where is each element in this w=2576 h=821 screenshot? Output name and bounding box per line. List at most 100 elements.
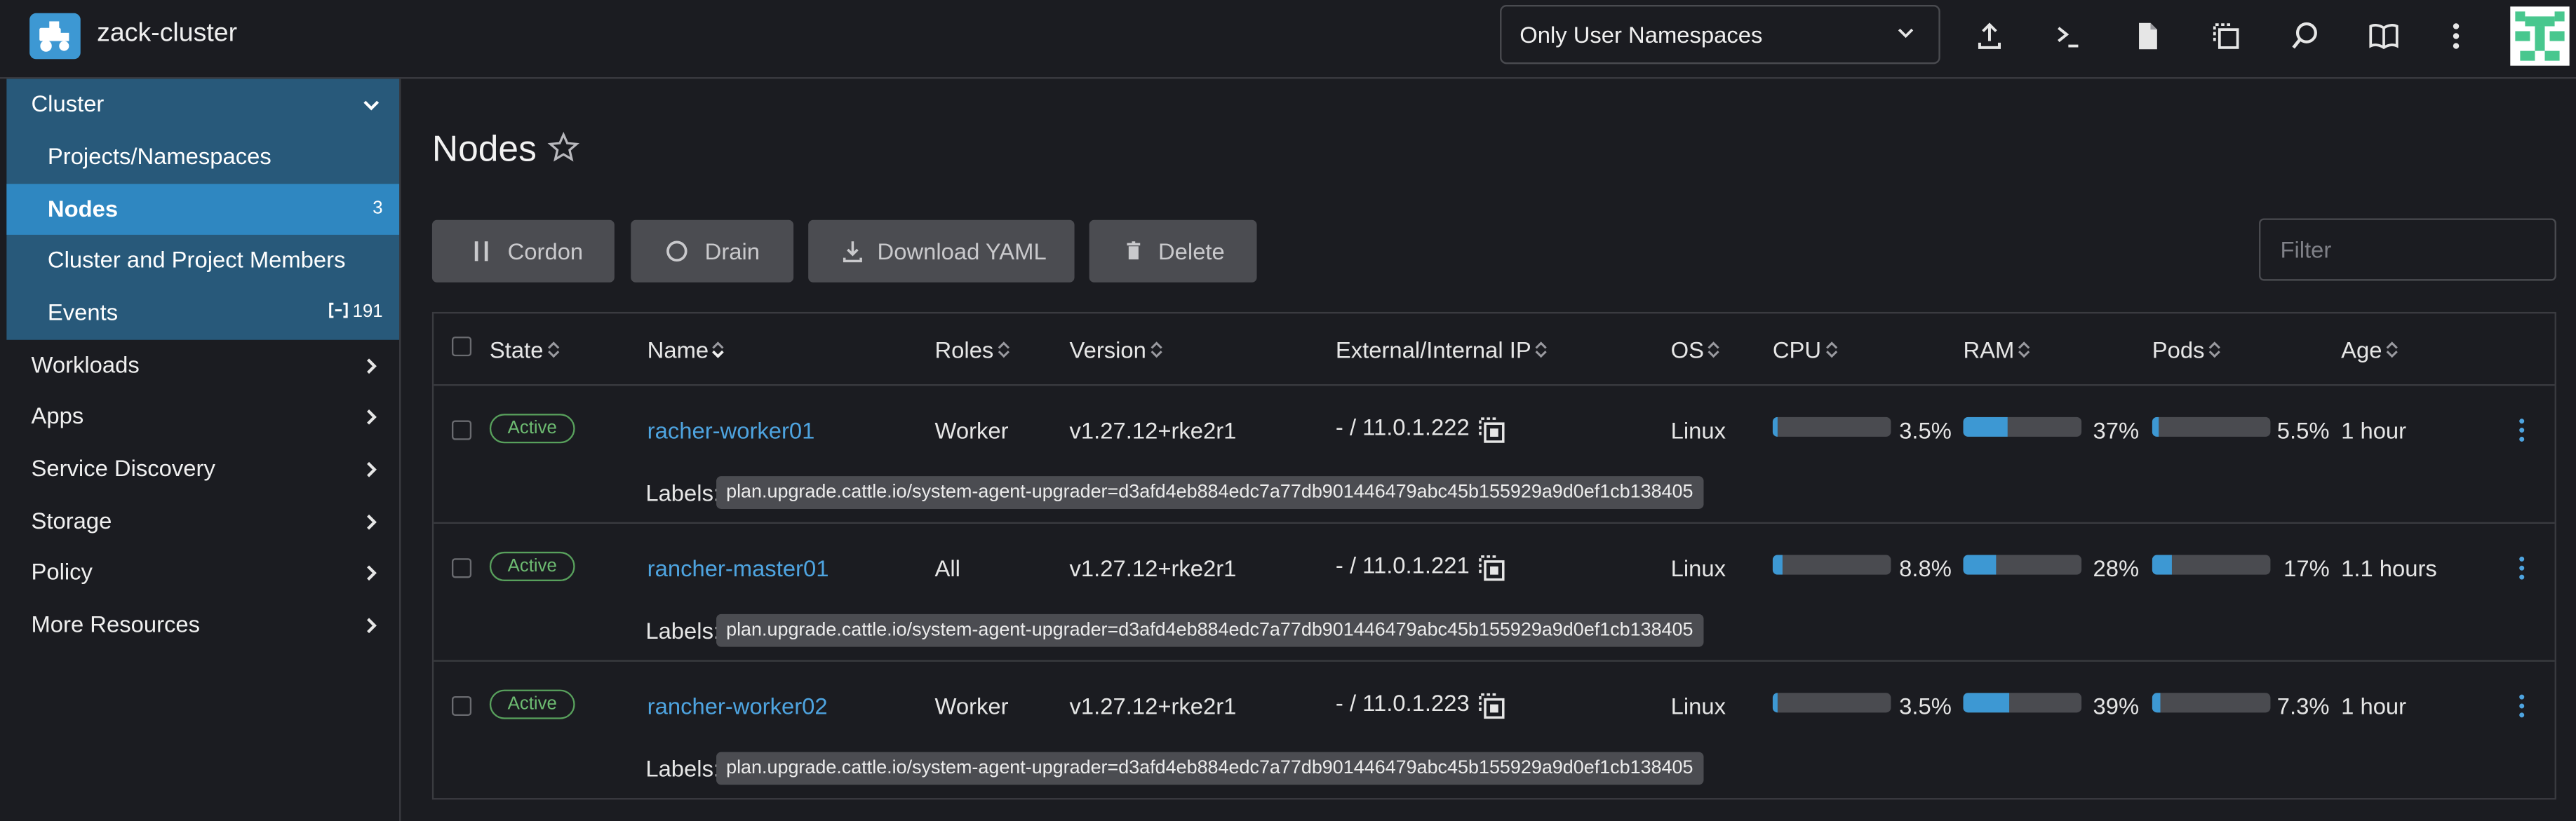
column-header-label: RAM xyxy=(1963,337,2015,363)
pods-usage-text: 5.5% xyxy=(2276,416,2330,444)
sidebar-item-projects-namespaces[interactable]: Projects/Namespaces xyxy=(6,131,399,182)
sidebar-item-label: More Resources xyxy=(31,611,201,637)
ram-usage-bar xyxy=(1963,555,2082,575)
sort-icon xyxy=(2208,341,2220,358)
kubectl-shell-icon[interactable] xyxy=(2052,20,2085,53)
node-version: v1.27.12+rke2r1 xyxy=(1069,693,1237,719)
row-checkbox[interactable] xyxy=(452,696,472,717)
row-actions-icon[interactable] xyxy=(2517,555,2527,581)
node-name-link[interactable]: racher-worker01 xyxy=(648,417,815,443)
column-header-state[interactable]: State xyxy=(490,337,560,363)
row-actions-icon[interactable] xyxy=(2517,417,2527,443)
row-actions-icon[interactable] xyxy=(2517,693,2527,719)
ram-usage-text: 28% xyxy=(2093,555,2140,582)
upload-icon[interactable] xyxy=(1973,20,2006,53)
namespace-filter-value: Only User Namespaces xyxy=(1520,21,1763,48)
sidebar-group-header[interactable]: Cluster xyxy=(6,79,399,131)
node-version: v1.27.12+rke2r1 xyxy=(1069,416,1237,444)
filter-input[interactable] xyxy=(2259,218,2556,281)
select-all-checkbox[interactable] xyxy=(452,337,472,357)
node-roles: All xyxy=(934,555,960,582)
favorite-star-icon[interactable] xyxy=(547,131,580,164)
delete-button-label: Delete xyxy=(1158,238,1225,265)
cpu-usage-fill xyxy=(1772,555,1783,575)
sidebar-item-policy[interactable]: Policy xyxy=(6,547,399,598)
ram-usage-fill xyxy=(1963,416,2007,437)
namespace-filter-select[interactable]: Only User Namespaces xyxy=(1500,5,1940,65)
copy-icon[interactable] xyxy=(1477,553,1506,583)
sort-icon xyxy=(1708,341,1720,358)
ram-usage-bar xyxy=(1963,693,2082,713)
download-yaml-button[interactable]: Download YAML xyxy=(808,219,1075,283)
copy-icon[interactable] xyxy=(1477,691,1506,721)
sidebar-item-apps[interactable]: Apps xyxy=(6,391,399,442)
column-header-ip[interactable]: External/Internal IP xyxy=(1335,337,1548,363)
user-avatar[interactable] xyxy=(2510,6,2570,66)
sidebar-item-nodes[interactable]: Nodes 3 xyxy=(6,184,400,235)
node-age: 1 hour xyxy=(2341,693,2407,719)
sidebar-item-label: Cluster and Project Members xyxy=(47,246,346,273)
node-name-link[interactable]: rancher-worker02 xyxy=(648,693,828,719)
column-header-os[interactable]: OS xyxy=(1670,337,1721,363)
download-yaml-button-label: Download YAML xyxy=(877,238,1047,265)
node-name-link[interactable]: rancher-master01 xyxy=(648,555,829,581)
label-tag: plan.upgrade.cattle.io/system-agent-upgr… xyxy=(716,476,1703,509)
cpu-usage-text: 3.5% xyxy=(1899,693,1952,719)
kubeconfig-file-icon[interactable] xyxy=(2131,20,2164,53)
column-header-label: External/Internal IP xyxy=(1335,337,1531,363)
sidebar-item-events[interactable]: Events 191 xyxy=(6,287,399,339)
rancher-logo-icon[interactable] xyxy=(29,13,81,60)
copy-kubeconfig-icon[interactable] xyxy=(2210,20,2243,53)
sidebar-item-more-resources[interactable]: More Resources xyxy=(6,599,399,651)
cpu-usage-text: 3.5% xyxy=(1899,416,1952,444)
row-checkbox[interactable] xyxy=(452,558,472,578)
ram-usage-bar xyxy=(1963,416,2082,437)
node-roles: Worker xyxy=(934,416,1009,444)
events-namespaced-icon xyxy=(328,302,347,318)
column-header-label: OS xyxy=(1670,337,1705,363)
copy-icon[interactable] xyxy=(1477,415,1506,445)
more-vertical-icon[interactable] xyxy=(2440,20,2473,53)
node-version: v1.27.12+rke2r1 xyxy=(1069,555,1237,582)
drain-button[interactable]: Drain xyxy=(631,219,794,283)
labels-key: Labels: xyxy=(645,479,720,506)
table-row: Active racher-worker01 Worker v1.27.12+r… xyxy=(434,384,2554,522)
row-checkbox[interactable] xyxy=(452,420,472,440)
node-roles: Worker xyxy=(934,693,1009,719)
column-header-pods[interactable]: Pods xyxy=(2152,337,2221,363)
sidebar-item-label: Workloads xyxy=(31,351,140,378)
column-header-age[interactable]: Age xyxy=(2341,337,2399,363)
column-header-roles[interactable]: Roles xyxy=(935,337,1010,363)
column-header-name[interactable]: Name xyxy=(648,337,725,363)
sidebar-item-label: Nodes xyxy=(47,195,119,222)
drain-button-label: Drain xyxy=(704,238,760,265)
sidebar-item-count: 191 xyxy=(352,301,383,323)
node-ip: - / 11.0.1.222 xyxy=(1335,414,1470,440)
pods-usage-fill xyxy=(2152,555,2173,575)
column-header-cpu[interactable]: CPU xyxy=(1773,337,1838,363)
pods-usage-bar xyxy=(2152,416,2271,437)
sidebar-item-storage[interactable]: Storage xyxy=(6,496,399,547)
column-header-label: Age xyxy=(2341,337,2382,363)
cordon-button[interactable]: Cordon xyxy=(431,219,615,283)
cpu-usage-fill xyxy=(1772,693,1778,713)
search-icon[interactable] xyxy=(2288,20,2321,53)
sidebar-item-label: Events xyxy=(47,299,119,325)
sidebar-item-workloads[interactable]: Workloads xyxy=(6,340,399,391)
sort-icon xyxy=(2386,341,2398,358)
cordon-button-label: Cordon xyxy=(507,238,584,265)
sidebar-item-cluster-project-members[interactable]: Cluster and Project Members xyxy=(6,235,399,286)
pods-usage-bar xyxy=(2152,693,2271,713)
chevron-down-icon xyxy=(363,100,380,111)
sidebar-item-service-discovery[interactable]: Service Discovery xyxy=(6,443,399,494)
ram-usage-fill xyxy=(1963,555,1997,575)
docs-book-icon[interactable] xyxy=(2368,20,2401,53)
sidebar-item-label: Policy xyxy=(31,558,93,585)
delete-button[interactable]: Delete xyxy=(1089,219,1257,283)
column-header-ram[interactable]: RAM xyxy=(1963,337,2030,363)
sidebar-item-count-wrap: 191 xyxy=(328,301,383,323)
sort-icon xyxy=(547,341,559,358)
page-title: Nodes xyxy=(431,128,537,170)
column-header-version[interactable]: Version xyxy=(1070,337,1163,363)
chevron-right-icon xyxy=(367,409,377,425)
